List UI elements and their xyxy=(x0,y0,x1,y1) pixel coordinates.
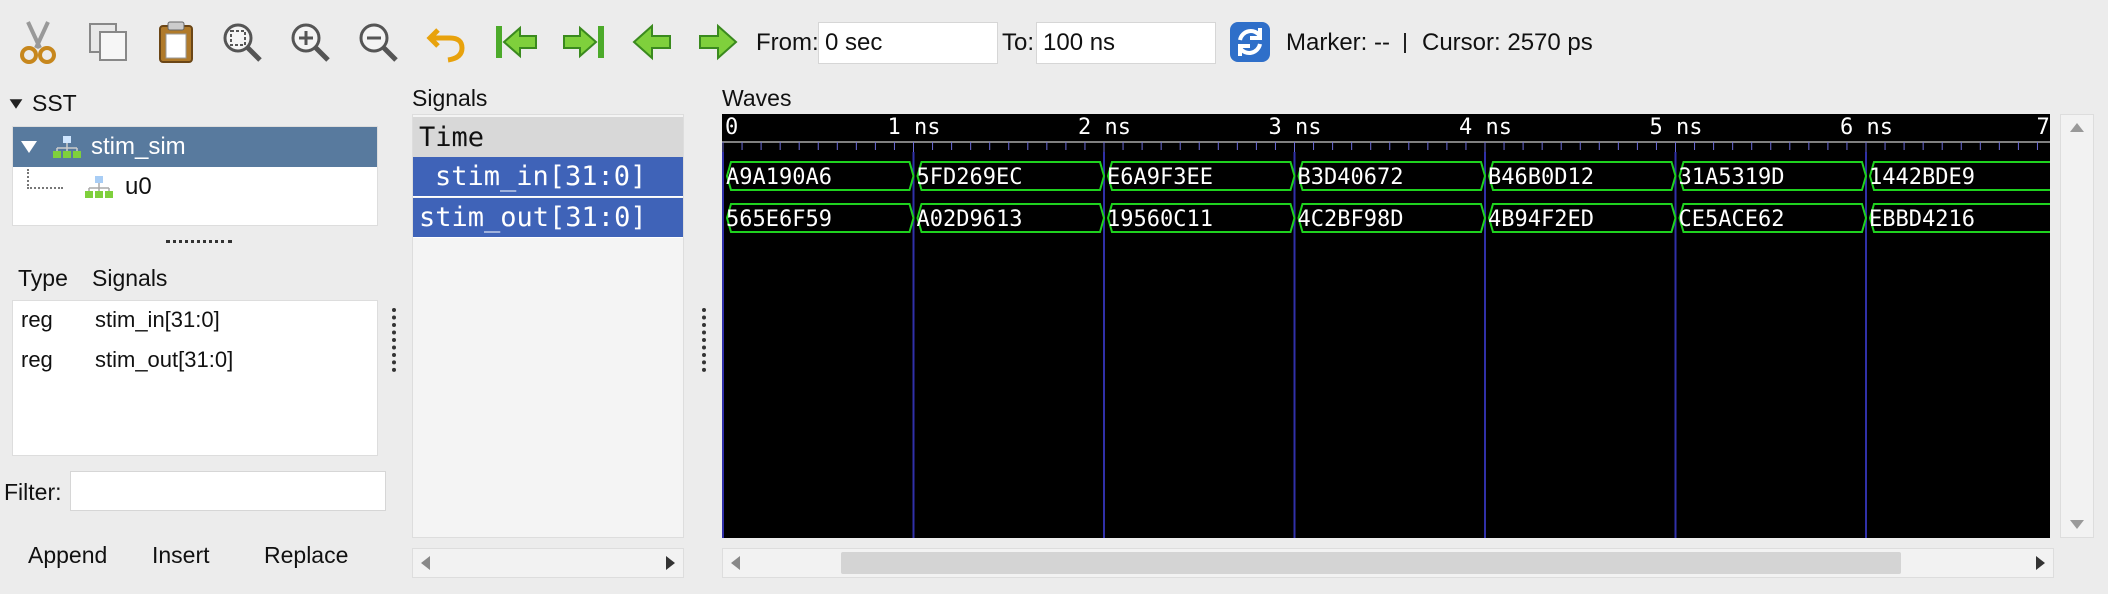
bus-value-label: B3D40672 xyxy=(1298,165,1404,190)
sst-title: SST xyxy=(32,90,77,116)
signal-row-stim-out[interactable]: stim_out[31:0] xyxy=(413,198,683,238)
signal-row-stim-in[interactable]: stim_in[31:0] xyxy=(413,157,683,197)
undo-zoom-icon[interactable] xyxy=(420,14,476,70)
signal-type: reg xyxy=(21,307,53,332)
timeline-label: 1 ns xyxy=(888,115,941,140)
scroll-up-icon[interactable] xyxy=(2070,123,2084,132)
tree-connector xyxy=(27,169,63,189)
replace-button[interactable]: Replace xyxy=(264,542,348,569)
timeline-label: 0 xyxy=(725,115,738,140)
append-button[interactable]: Append xyxy=(28,542,107,569)
copy-icon[interactable] xyxy=(80,14,136,70)
scroll-right-icon[interactable] xyxy=(2036,556,2045,570)
bus-value-label: 19560C11 xyxy=(1107,207,1213,232)
signal-type: reg xyxy=(21,347,53,372)
pane-resize-handle[interactable] xyxy=(166,240,232,246)
scroll-left-icon[interactable] xyxy=(421,556,430,570)
toolbar-separator xyxy=(1404,33,1406,53)
find-next-edge-icon[interactable] xyxy=(690,14,746,70)
tree-item-stim-sim[interactable]: stim_sim xyxy=(13,127,377,167)
zoom-fit-icon[interactable] xyxy=(214,14,270,70)
find-previous-edge-icon[interactable] xyxy=(624,14,680,70)
hierarchy-icon xyxy=(85,176,113,198)
collapse-triangle-icon[interactable] xyxy=(9,98,23,109)
signal-name: stim_in[31:0] xyxy=(95,307,220,332)
cut-icon[interactable] xyxy=(10,14,66,70)
scroll-down-icon[interactable] xyxy=(2070,520,2084,529)
signals-pane-title: Signals xyxy=(412,85,488,111)
bus-value-label: 5FD269EC xyxy=(917,165,1023,190)
tree-item-label: stim_sim xyxy=(91,133,186,160)
pane-resize-handle[interactable] xyxy=(702,308,706,372)
cursor-readout: Cursor: 2570 ps xyxy=(1422,29,1593,56)
signals-pane: Time stim_in[31:0] stim_out[31:0] xyxy=(412,114,684,538)
sst-header[interactable]: SST xyxy=(8,90,77,117)
zoom-to-start-icon[interactable] xyxy=(488,14,544,70)
to-label: To: xyxy=(1002,29,1035,56)
zoom-to-end-icon[interactable] xyxy=(556,14,612,70)
waves-horizontal-scrollbar[interactable] xyxy=(722,548,2054,578)
pane-resize-handle[interactable] xyxy=(392,308,396,372)
waves-pane-title: Waves xyxy=(722,85,792,111)
marker-readout: Marker: -- xyxy=(1286,29,1390,56)
waveform-svg: 0 1 ns 2 ns 3 ns 4 ns 5 ns 6 ns 7 A9A190A6 5FD269… xyxy=(722,115,2050,538)
bus-value-label: 4C2BF98D xyxy=(1298,207,1404,232)
signals-horizontal-scrollbar[interactable] xyxy=(412,548,684,578)
scroll-left-icon[interactable] xyxy=(731,556,740,570)
timeline-label: 6 ns xyxy=(1840,115,1893,140)
time-header: Time xyxy=(413,117,683,157)
timeline-label: 5 ns xyxy=(1650,115,1703,140)
list-item[interactable]: reg stim_out[31:0] xyxy=(21,347,371,373)
sst-tree: stim_sim u0 xyxy=(12,126,378,226)
type-column-header: Type xyxy=(18,265,68,291)
scroll-right-icon[interactable] xyxy=(666,556,675,570)
tree-item-label: u0 xyxy=(125,173,152,200)
zoom-out-icon[interactable] xyxy=(350,14,406,70)
bus-value-label: A02D9613 xyxy=(917,207,1023,232)
bus-value-label: 4B94F2ED xyxy=(1488,207,1594,232)
list-item[interactable]: reg stim_in[31:0] xyxy=(21,307,371,333)
expand-triangle-icon[interactable] xyxy=(21,141,37,153)
timeline-label: 2 ns xyxy=(1078,115,1131,140)
waves-vertical-scrollbar[interactable] xyxy=(2060,114,2094,538)
filter-label: Filter: xyxy=(4,479,62,505)
tree-item-u0[interactable]: u0 xyxy=(13,167,377,207)
signals-column-header: Signals xyxy=(92,265,168,291)
from-label: From: xyxy=(756,29,819,56)
paste-icon[interactable] xyxy=(148,14,204,70)
timeline-label: 7 xyxy=(2037,115,2050,140)
hierarchy-icon xyxy=(53,136,81,158)
toolbar: From: To: Marker: -- Cursor: 2570 ps xyxy=(0,0,2108,86)
to-time-input[interactable] xyxy=(1036,22,1216,64)
bus-value-label: 31A5319D xyxy=(1679,165,1785,190)
reload-icon[interactable] xyxy=(1222,14,1278,70)
signal-name: stim_out[31:0] xyxy=(95,347,234,372)
signal-type-list: reg stim_in[31:0] reg stim_out[31:0] xyxy=(12,300,378,456)
bus-value-label: E6A9F3EE xyxy=(1107,165,1213,190)
insert-button[interactable]: Insert xyxy=(152,542,210,569)
bus-value-label: EBBD4216 xyxy=(1869,207,1975,232)
timeline-label: 4 ns xyxy=(1459,115,1512,140)
timeline-label: 3 ns xyxy=(1269,115,1322,140)
from-time-input[interactable] xyxy=(818,22,998,64)
bus-value-label: B46B0D12 xyxy=(1488,165,1594,190)
bus-value-label: 1442BDE9 xyxy=(1869,165,1975,190)
bus-value-label: A9A190A6 xyxy=(726,165,832,190)
bus-value-label: 565E6F59 xyxy=(726,207,832,232)
bus-value-label: CE5ACE62 xyxy=(1679,207,1785,232)
scroll-thumb[interactable] xyxy=(841,552,1901,574)
filter-input[interactable] xyxy=(70,471,386,511)
waveform-canvas[interactable]: 0 1 ns 2 ns 3 ns 4 ns 5 ns 6 ns 7 A9A190A6 5FD269… xyxy=(722,114,2050,538)
zoom-in-icon[interactable] xyxy=(282,14,338,70)
